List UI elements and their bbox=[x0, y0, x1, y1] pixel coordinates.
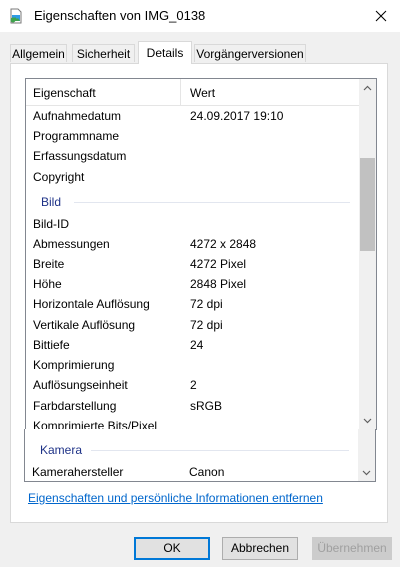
property-value: 24 bbox=[190, 338, 204, 352]
photo-file-icon bbox=[8, 8, 24, 24]
property-value: 4272 Pixel bbox=[190, 257, 247, 271]
list-item[interactable]: Bittiefe 24 bbox=[26, 335, 360, 355]
vertical-scrollbar[interactable] bbox=[359, 79, 376, 429]
property-name: Programmname bbox=[33, 129, 120, 143]
group-divider bbox=[91, 450, 349, 451]
property-value: Canon bbox=[189, 465, 225, 479]
property-name: Bittiefe bbox=[33, 338, 70, 352]
property-value: 72 dpi bbox=[190, 297, 223, 311]
list-item[interactable]: Erfassungsdatum bbox=[26, 146, 360, 166]
property-name: Abmessungen bbox=[33, 237, 110, 251]
list-item[interactable]: Auflösungseinheit 2 bbox=[26, 375, 360, 395]
list-item[interactable]: Abmessungen 4272 x 2848 bbox=[26, 234, 360, 254]
property-name: Aufnahmedatum bbox=[33, 109, 122, 123]
group-header-bild: Bild bbox=[26, 192, 360, 212]
property-list-continued[interactable]: Kamera Kamerahersteller Canon bbox=[24, 429, 376, 482]
list-header: Eigenschaft Wert bbox=[26, 79, 360, 106]
column-header-eigenschaft[interactable]: Eigenschaft bbox=[33, 86, 96, 100]
close-icon[interactable] bbox=[366, 2, 396, 30]
chevron-down-icon[interactable] bbox=[358, 464, 375, 481]
list-item[interactable]: Vertikale Auflösung 72 dpi bbox=[26, 315, 360, 335]
list-item[interactable]: Programmname bbox=[26, 126, 360, 146]
title-bar: Eigenschaften von IMG_0138 bbox=[0, 0, 400, 32]
list-item[interactable]: Farbdarstellung sRGB bbox=[26, 396, 360, 416]
group-title: Kamera bbox=[40, 443, 83, 457]
vertical-scrollbar-track[interactable] bbox=[358, 429, 375, 481]
property-name: Komprimierung bbox=[33, 358, 115, 372]
tab-details[interactable]: Details bbox=[138, 41, 192, 64]
property-name: Bild-ID bbox=[33, 217, 70, 231]
property-name: Copyright bbox=[33, 170, 85, 184]
list-item[interactable]: Höhe 2848 Pixel bbox=[26, 274, 360, 294]
list-item[interactable]: Kamerahersteller Canon bbox=[25, 462, 359, 481]
column-divider[interactable] bbox=[180, 79, 181, 105]
window-title: Eigenschaften von IMG_0138 bbox=[34, 8, 206, 23]
list-item[interactable]: Komprimierung bbox=[26, 355, 360, 375]
property-name: Horizontale Auflösung bbox=[33, 297, 150, 311]
ok-button[interactable]: OK bbox=[134, 537, 210, 560]
list-item[interactable]: Komprimierte Bits/Pixel bbox=[26, 416, 360, 429]
column-header-wert[interactable]: Wert bbox=[190, 86, 215, 100]
property-value: sRGB bbox=[190, 399, 223, 413]
property-name: Farbdarstellung bbox=[33, 399, 117, 413]
cancel-button[interactable]: Abbrechen bbox=[222, 537, 298, 560]
property-value: 24.09.2017 19:10 bbox=[190, 109, 284, 123]
remove-properties-link[interactable]: Eigenschaften und persönliche Informatio… bbox=[28, 491, 323, 505]
apply-button[interactable]: Übernehmen bbox=[312, 537, 392, 560]
property-name: Auflösungseinheit bbox=[33, 378, 128, 392]
chevron-down-icon[interactable] bbox=[359, 412, 376, 429]
property-value: 2 bbox=[190, 378, 197, 392]
property-name: Vertikale Auflösung bbox=[33, 318, 136, 332]
chevron-up-icon[interactable] bbox=[359, 79, 376, 96]
group-header-kamera: Kamera bbox=[25, 440, 359, 460]
list-item[interactable]: Bild-ID bbox=[26, 214, 360, 234]
list-item[interactable]: Horizontale Auflösung 72 dpi bbox=[26, 294, 360, 314]
property-value: 72 dpi bbox=[190, 318, 223, 332]
property-name: Breite bbox=[33, 257, 65, 271]
tab-sicherheit[interactable]: Sicherheit bbox=[72, 44, 135, 62]
tab-vorgaengerversionen[interactable]: Vorgängerversionen bbox=[194, 44, 306, 62]
group-divider bbox=[74, 202, 350, 203]
scrollbar-thumb[interactable] bbox=[360, 158, 375, 251]
group-title: Bild bbox=[41, 195, 62, 209]
tab-allgemein[interactable]: Allgemein bbox=[10, 44, 67, 62]
list-item[interactable]: Aufnahmedatum 24.09.2017 19:10 bbox=[26, 106, 360, 126]
property-name: Kamerahersteller bbox=[32, 465, 124, 479]
property-list[interactable]: Eigenschaft Wert Aufnahmedatum 24.09.201… bbox=[25, 78, 377, 430]
property-name: Höhe bbox=[33, 277, 62, 291]
list-item[interactable]: Breite 4272 Pixel bbox=[26, 254, 360, 274]
property-value: 2848 Pixel bbox=[190, 277, 247, 291]
list-item[interactable]: Copyright bbox=[26, 167, 360, 187]
property-value: 4272 x 2848 bbox=[190, 237, 257, 251]
property-name: Erfassungsdatum bbox=[33, 149, 127, 163]
